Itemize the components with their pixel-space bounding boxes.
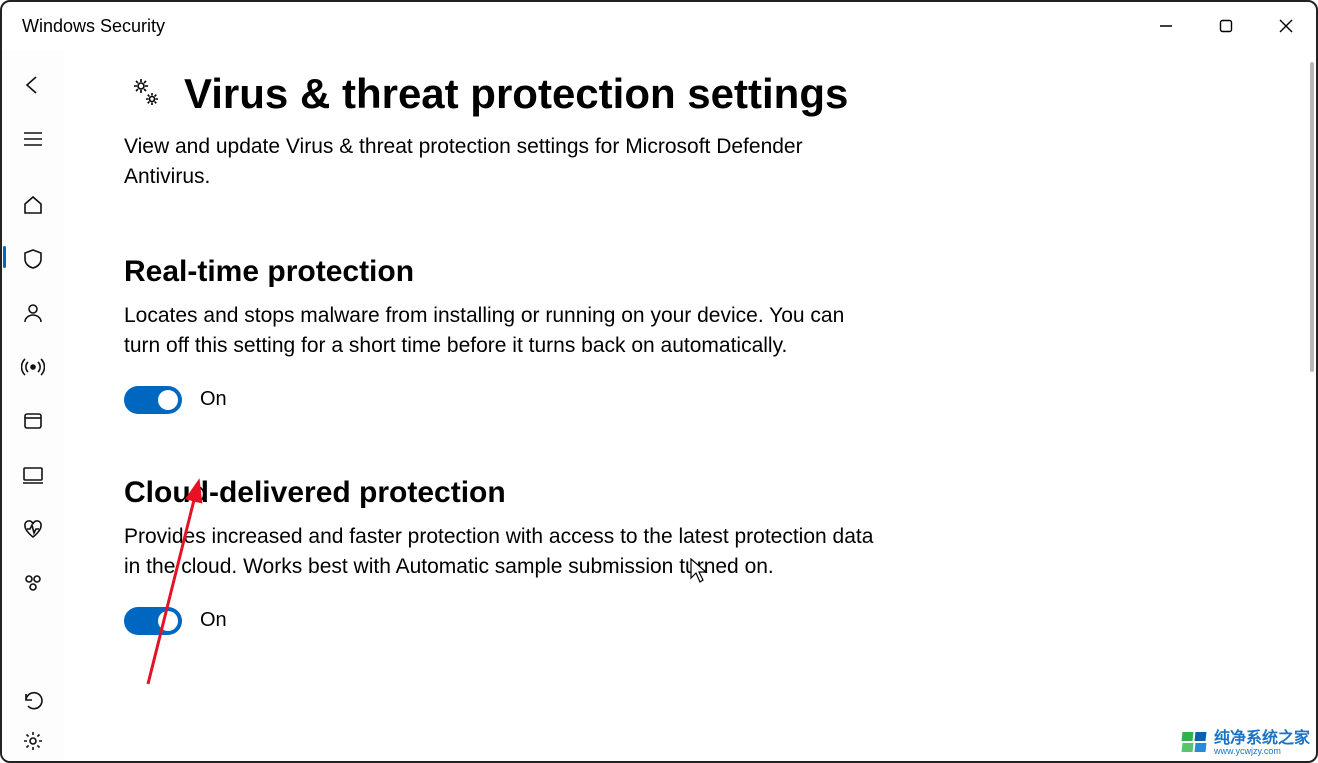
person-icon: [21, 301, 45, 325]
toggle-knob: [158, 611, 178, 631]
home-icon: [21, 193, 45, 217]
hamburger-icon: [21, 127, 45, 151]
watermark-line2: www.ycwjzy.com: [1214, 747, 1310, 757]
watermark-logo: [1182, 732, 1208, 754]
heart-rate-icon: [21, 517, 45, 541]
page-header: Virus & threat protection settings: [124, 70, 924, 118]
close-button[interactable]: [1256, 2, 1316, 50]
cloud-toggle-row: On: [124, 607, 884, 635]
nav-virus-threat[interactable]: [3, 232, 63, 286]
nav-settings[interactable]: [3, 721, 63, 761]
window-icon: [21, 409, 45, 433]
realtime-heading: Real-time protection: [124, 255, 884, 289]
broadcast-icon: [21, 355, 45, 379]
realtime-toggle-row: On: [124, 386, 884, 414]
sidebar: [2, 50, 64, 761]
vertical-scrollbar[interactable]: [1310, 62, 1314, 372]
nav-back[interactable]: [3, 58, 63, 112]
cloud-heading: Cloud-delivered protection: [124, 476, 884, 510]
nav-home[interactable]: [3, 178, 63, 232]
watermark: 纯净系统之家 www.ycwjzy.com: [1182, 730, 1310, 757]
window-controls: [1136, 2, 1316, 50]
nav-device-performance[interactable]: [3, 502, 63, 556]
gear-icon: [22, 730, 44, 752]
content-area: Virus & threat protection settings View …: [64, 50, 1316, 761]
app-window: Windows Security: [0, 0, 1318, 763]
cloud-description: Provides increased and faster protection…: [124, 522, 884, 583]
cloud-toggle-label: On: [200, 609, 227, 632]
family-icon: [21, 571, 45, 595]
close-icon: [1279, 19, 1293, 33]
minimize-button[interactable]: [1136, 2, 1196, 50]
maximize-icon: [1219, 19, 1233, 33]
nav-device-security[interactable]: [3, 448, 63, 502]
page-subtitle: View and update Virus & threat protectio…: [124, 132, 884, 193]
watermark-line1: 纯净系统之家: [1214, 730, 1310, 748]
minimize-icon: [1159, 19, 1173, 33]
cloud-toggle[interactable]: [124, 607, 182, 635]
section-realtime: Real-time protection Locates and stops m…: [124, 255, 884, 414]
realtime-toggle[interactable]: [124, 386, 182, 414]
window-title: Windows Security: [22, 16, 165, 37]
arrow-left-icon: [21, 73, 45, 97]
nav-history[interactable]: [3, 681, 63, 721]
maximize-button[interactable]: [1196, 2, 1256, 50]
realtime-toggle-label: On: [200, 388, 227, 411]
title-bar: Windows Security: [2, 2, 1316, 50]
realtime-description: Locates and stops malware from installin…: [124, 301, 884, 362]
nav-menu[interactable]: [3, 112, 63, 166]
gears-icon: [124, 71, 166, 118]
nav-app-browser[interactable]: [3, 394, 63, 448]
section-cloud: Cloud-delivered protection Provides incr…: [124, 476, 884, 635]
page-title: Virus & threat protection settings: [184, 70, 848, 118]
toggle-knob: [158, 390, 178, 410]
history-icon: [22, 690, 44, 712]
nav-family-options[interactable]: [3, 556, 63, 610]
nav-account-protection[interactable]: [3, 286, 63, 340]
monitor-icon: [21, 463, 45, 487]
body: Virus & threat protection settings View …: [2, 50, 1316, 761]
content-scroll[interactable]: Virus & threat protection settings View …: [64, 50, 964, 761]
nav-firewall[interactable]: [3, 340, 63, 394]
shield-icon: [21, 247, 45, 271]
